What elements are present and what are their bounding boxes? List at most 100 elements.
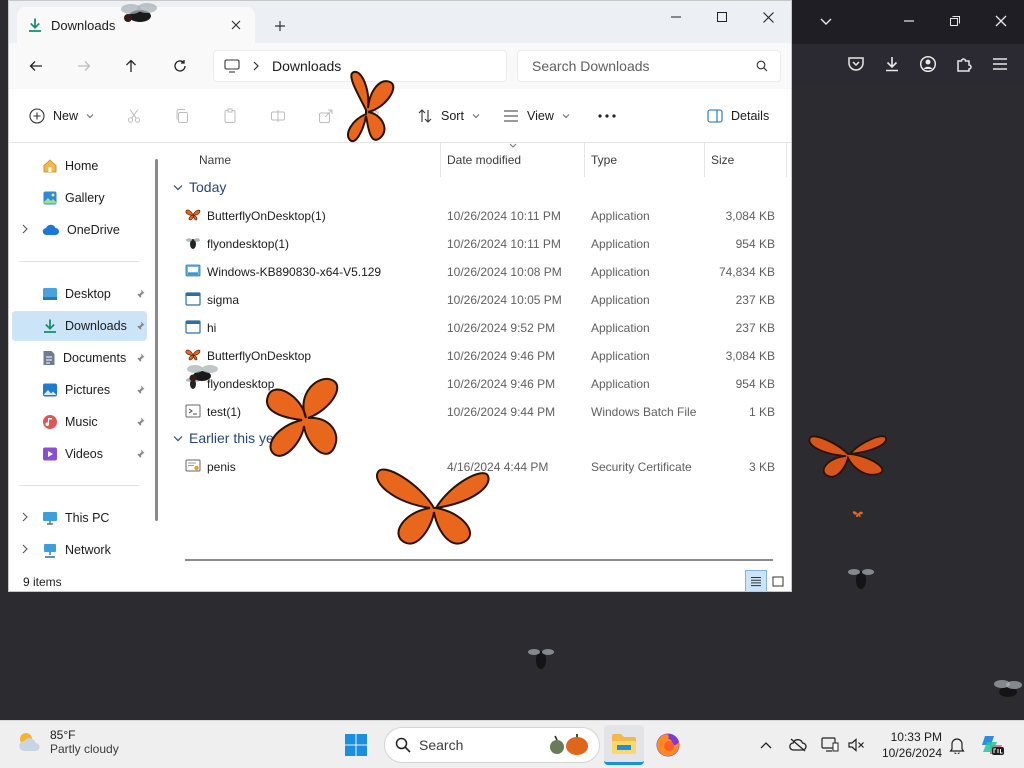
pin-icon[interactable] [136, 321, 145, 330]
address-path[interactable]: Downloads [213, 50, 507, 82]
taskbar-file-explorer[interactable] [604, 725, 644, 765]
details-view-icon[interactable] [745, 570, 767, 591]
details-button[interactable]: Details [707, 103, 769, 129]
downloads-icon[interactable] [877, 49, 907, 79]
chevron-down-icon[interactable] [811, 6, 841, 36]
nav-item-documents[interactable]: Documents [12, 343, 147, 373]
file-row[interactable]: sigma 10/26/2024 10:05 PM Application 23… [181, 285, 783, 313]
nav-item-downloads[interactable]: Downloads [12, 311, 147, 341]
tab-close-icon[interactable] [225, 14, 247, 36]
back-icon[interactable] [21, 52, 51, 80]
horizontal-scrollbar[interactable] [185, 559, 773, 561]
column-divider[interactable] [584, 143, 585, 177]
file-row[interactable]: flyondesktop(1) 10/26/2024 10:11 PM Appl… [181, 229, 783, 257]
file-row[interactable]: test(1) 10/26/2024 9:44 PM Windows Batch… [181, 397, 783, 425]
show-hidden-icons-icon[interactable] [754, 733, 778, 757]
minimize-icon[interactable] [894, 6, 924, 36]
nav-item-onedrive[interactable]: OneDrive [12, 215, 147, 245]
window-caption-buttons [653, 1, 791, 33]
weather-description: Partly cloudy [50, 742, 119, 756]
close-icon[interactable] [745, 1, 791, 33]
search-input[interactable] [532, 58, 756, 74]
taskbar-search[interactable]: Search [384, 727, 600, 763]
delete-icon[interactable] [361, 103, 387, 129]
start-button[interactable] [336, 725, 376, 765]
file-row[interactable]: ButterflyOnDesktop 10/26/2024 9:46 PM Ap… [181, 341, 783, 369]
search-icon [756, 60, 768, 72]
nav-item-desktop[interactable]: Desktop [12, 279, 147, 309]
file-row[interactable]: ButterflyOnDesktop(1) 10/26/2024 10:11 P… [181, 201, 783, 229]
close-icon[interactable] [986, 6, 1016, 36]
file-name: flyondesktop(1) [207, 237, 290, 251]
onedrive-offline-icon[interactable] [786, 733, 810, 757]
column-divider[interactable] [704, 143, 705, 177]
maximize-icon[interactable] [699, 1, 745, 33]
path-segment-downloads[interactable]: Downloads [272, 58, 341, 74]
menu-icon[interactable] [985, 49, 1015, 79]
account-icon[interactable] [913, 49, 943, 79]
copy-icon[interactable] [169, 103, 195, 129]
app-window-icon [185, 292, 201, 306]
more-options-icon[interactable] [594, 103, 620, 129]
pin-icon[interactable] [136, 449, 145, 458]
column-divider[interactable] [786, 143, 787, 177]
minimize-icon[interactable] [653, 1, 699, 33]
pin-icon[interactable] [136, 289, 145, 298]
pin-icon[interactable] [136, 353, 145, 362]
chevron-right-icon[interactable] [21, 512, 29, 522]
column-header-name[interactable]: Name [199, 147, 231, 173]
forward-icon[interactable] [69, 52, 99, 80]
taskbar-firefox[interactable] [648, 725, 688, 765]
file-row[interactable]: penis 4/16/2024 4:44 PM Security Certifi… [181, 452, 783, 480]
column-header-size[interactable]: Size [711, 147, 734, 173]
clock[interactable]: 10:33 PM 10/26/2024 [876, 729, 942, 761]
nav-item-this-pc[interactable]: This PC [12, 503, 147, 533]
weather-widget[interactable]: 85°F Partly cloudy [16, 728, 119, 756]
nav-item-gallery[interactable]: Gallery [12, 183, 147, 213]
file-row[interactable]: Windows-KB890830-x64-V5.129 10/26/2024 1… [181, 257, 783, 285]
nav-item-pictures[interactable]: Pictures [12, 375, 147, 405]
column-divider[interactable] [440, 143, 441, 177]
new-button[interactable]: New [29, 103, 94, 129]
add-circle-icon [29, 108, 45, 124]
sort-button[interactable]: Sort [417, 103, 480, 129]
share-icon[interactable] [313, 103, 339, 129]
file-row[interactable]: hi 10/26/2024 9:52 PM Application 237 KB [181, 313, 783, 341]
new-tab-icon[interactable] [267, 13, 293, 39]
restore-icon[interactable] [940, 6, 970, 36]
paste-icon[interactable] [217, 103, 243, 129]
column-header-type[interactable]: Type [591, 147, 617, 173]
pin-icon[interactable] [136, 417, 145, 426]
tab-downloads[interactable]: Downloads [17, 7, 255, 43]
view-button[interactable]: View [503, 103, 570, 129]
column-header-date[interactable]: Date modified [447, 147, 521, 173]
chevron-right-icon[interactable] [21, 544, 29, 554]
chevron-right-icon[interactable] [21, 224, 29, 234]
cut-icon[interactable] [121, 103, 147, 129]
file-size: 3,084 KB [725, 349, 775, 363]
group-header-today[interactable]: Today [173, 179, 226, 195]
pocket-icon[interactable] [841, 49, 871, 79]
nav-item-network[interactable]: Network [12, 535, 147, 565]
search-icon [395, 737, 411, 753]
nav-item-music[interactable]: Music [12, 407, 147, 437]
up-icon[interactable] [116, 52, 146, 80]
file-name: penis [207, 460, 236, 474]
rename-icon[interactable] [265, 103, 291, 129]
display-icon[interactable] [818, 733, 842, 757]
notifications-icon[interactable] [945, 733, 969, 757]
volume-muted-icon[interactable] [844, 733, 868, 757]
refresh-icon[interactable] [165, 52, 195, 80]
pin-icon[interactable] [136, 385, 145, 394]
tiles-view-icon[interactable] [767, 570, 789, 591]
nav-item-videos[interactable]: Videos [12, 439, 147, 469]
file-date: 10/26/2024 9:46 PM [447, 349, 556, 363]
search-box[interactable] [517, 50, 781, 82]
extensions-icon[interactable] [949, 49, 979, 79]
nav-scrollbar[interactable] [155, 159, 158, 521]
group-header-earlier[interactable]: Earlier this year [173, 430, 286, 446]
copilot-icon[interactable] [978, 731, 1006, 759]
file-row[interactable]: flyondesktop 10/26/2024 9:46 PM Applicat… [181, 369, 783, 397]
partly-cloudy-icon [19, 733, 40, 751]
nav-item-home[interactable]: Home [12, 151, 147, 181]
